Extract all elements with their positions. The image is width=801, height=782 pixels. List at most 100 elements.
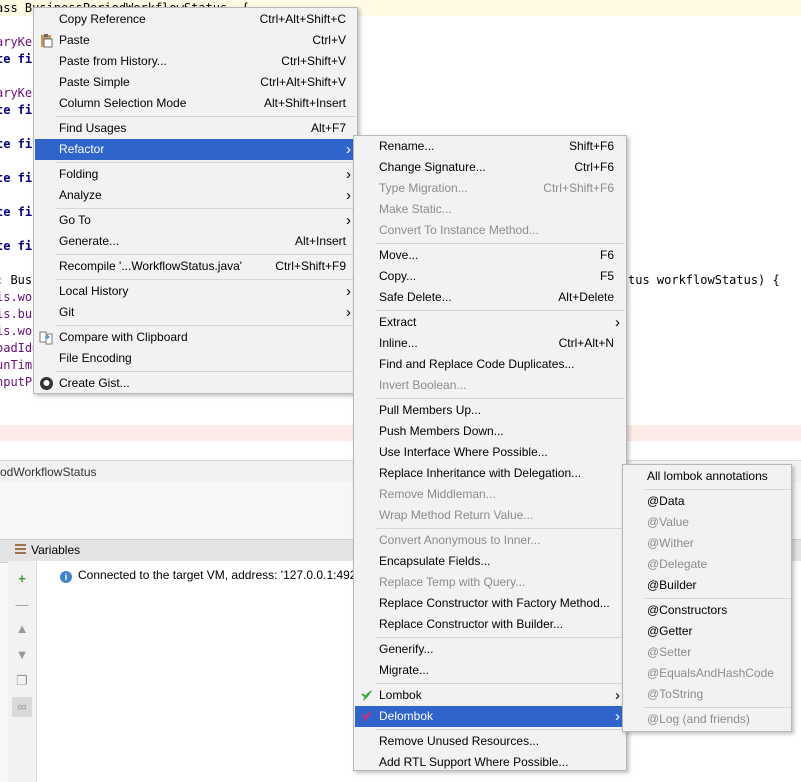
menu-item-compare-with-clipboard[interactable]: Compare with Clipboard: [35, 327, 356, 348]
menu-item-shortcut: Ctrl+Alt+Shift+C: [259, 12, 346, 26]
menu-item-setter: @Setter: [624, 642, 790, 663]
menu-item-lombok[interactable]: Lombok ›: [355, 685, 625, 706]
menu-item-label: Extract: [379, 315, 417, 329]
menu-item-label: @Value: [647, 515, 689, 529]
variables-icon: [15, 544, 26, 556]
menu-item-label: Go To: [59, 213, 91, 227]
menu-item-find-and-replace-code-duplicates[interactable]: Find and Replace Code Duplicates...: [355, 354, 625, 375]
add-watch-icon[interactable]: +: [12, 569, 32, 589]
remove-watch-icon[interactable]: —: [12, 595, 32, 615]
refactor-submenu: Rename... Shift+F6 Change Signature... Ctrl…: [353, 135, 627, 771]
menu-item-shortcut: Ctrl+V: [312, 33, 346, 47]
menu-item-label: Git: [59, 305, 75, 319]
menu-item-generify[interactable]: Generify...: [355, 639, 625, 660]
move-up-icon[interactable]: ▲: [12, 619, 32, 639]
menu-item-folding[interactable]: Folding ›: [35, 164, 356, 185]
menu-separator: [376, 528, 625, 529]
menu-item-label: Generify...: [379, 642, 434, 656]
menu-item-copy-reference[interactable]: Copy Reference Ctrl+Alt+Shift+C: [35, 9, 356, 30]
menu-item-git[interactable]: Git ›: [35, 302, 356, 323]
menu-item-label: Generate...: [59, 234, 120, 248]
menu-item-copy[interactable]: Copy... F5: [355, 266, 625, 287]
menu-item-shortcut: Alt+Insert: [294, 234, 346, 248]
menu-separator: [376, 243, 625, 244]
menu-item-extract[interactable]: Extract ›: [355, 312, 625, 333]
copy-icon[interactable]: ❐: [12, 671, 32, 691]
menu-item-all-lombok-annotations[interactable]: All lombok annotations: [624, 466, 790, 487]
menu-item-label: Delombok: [379, 709, 434, 723]
menu-item-shortcut: Alt+Delete: [558, 290, 614, 304]
menu-item-push-members-down[interactable]: Push Members Down...: [355, 421, 625, 442]
menu-item-label: Copy...: [379, 269, 417, 283]
menu-item-paste-simple[interactable]: Paste Simple Ctrl+Alt+Shift+V: [35, 72, 356, 93]
menu-item-encapsulate-fields[interactable]: Encapsulate Fields...: [355, 551, 625, 572]
menu-item-label: Move...: [379, 248, 419, 262]
menu-item-label: Type Migration...: [379, 181, 468, 195]
menu-separator: [645, 707, 791, 708]
menu-item-analyze[interactable]: Analyze ›: [35, 185, 356, 206]
menu-item-label: File Encoding: [59, 351, 132, 365]
menu-item-recompile-workflowstatus-java[interactable]: Recompile '...WorkflowStatus.java' Ctrl+S…: [35, 256, 356, 277]
menu-item-inline[interactable]: Inline... Ctrl+Alt+N: [355, 333, 625, 354]
menu-item-file-encoding[interactable]: File Encoding: [35, 348, 356, 369]
menu-item-label: Replace Constructor with Builder...: [379, 617, 564, 631]
chevron-right-icon: ›: [346, 187, 351, 204]
menu-item-shortcut: Ctrl+F6: [574, 160, 614, 174]
menu-item-getter[interactable]: @Getter: [624, 621, 790, 642]
menu-item-column-selection-mode[interactable]: Column Selection Mode Alt+Shift+Insert: [35, 93, 356, 114]
chevron-right-icon: ›: [346, 283, 351, 300]
menu-item-go-to[interactable]: Go To ›: [35, 210, 356, 231]
menu-item-data[interactable]: @Data: [624, 491, 790, 512]
breadcrumb-class[interactable]: odWorkflowStatus: [0, 465, 97, 479]
menu-item-paste[interactable]: Paste Ctrl+V: [35, 30, 356, 51]
chevron-right-icon: ›: [346, 304, 351, 321]
menu-item-pull-members-up[interactable]: Pull Members Up...: [355, 400, 625, 421]
menu-item-replace-constructor-with-factory-method[interactable]: Replace Constructor with Factory Method.…: [355, 593, 625, 614]
menu-item-label: Replace Temp with Query...: [379, 575, 526, 589]
menu-item-change-signature[interactable]: Change Signature... Ctrl+F6: [355, 157, 625, 178]
menu-item-use-interface-where-possible[interactable]: Use Interface Where Possible...: [355, 442, 625, 463]
menu-item-add-rtl-support-where-possible[interactable]: Add RTL Support Where Possible...: [355, 752, 625, 773]
menu-item-create-gist[interactable]: Create Gist...: [35, 373, 356, 394]
menu-item-refactor[interactable]: Refactor ›: [35, 139, 356, 160]
menu-item-equalsandhashcode: @EqualsAndHashCode: [624, 663, 790, 684]
menu-separator: [56, 325, 356, 326]
menu-item-label: Use Interface Where Possible...: [379, 445, 548, 459]
menu-item-rename[interactable]: Rename... Shift+F6: [355, 136, 625, 157]
menu-item-label: Rename...: [379, 139, 435, 153]
menu-item-type-migration: Type Migration... Ctrl+Shift+F6: [355, 178, 625, 199]
menu-item-wrap-method-return-value: Wrap Method Return Value...: [355, 505, 625, 526]
menu-item-label: @EqualsAndHashCode: [647, 666, 774, 680]
menu-item-label: @Getter: [647, 624, 693, 638]
menu-item-paste-from-history[interactable]: Paste from History... Ctrl+Shift+V: [35, 51, 356, 72]
menu-item-tostring: @ToString: [624, 684, 790, 705]
menu-item-label: Safe Delete...: [379, 290, 452, 304]
menu-item-generate[interactable]: Generate... Alt+Insert: [35, 231, 356, 252]
menu-item-find-usages[interactable]: Find Usages Alt+F7: [35, 118, 356, 139]
menu-item-value: @Value: [624, 512, 790, 533]
menu-item-label: Inline...: [379, 336, 418, 350]
compare-icon: [39, 330, 54, 345]
menu-item-replace-constructor-with-builder[interactable]: Replace Constructor with Builder...: [355, 614, 625, 635]
menu-item-label: Paste: [59, 33, 90, 47]
menu-separator: [376, 683, 625, 684]
menu-item-label: Local History: [59, 284, 129, 298]
menu-item-move[interactable]: Move... F6: [355, 245, 625, 266]
menu-item-label: Find and Replace Code Duplicates...: [379, 357, 575, 371]
menu-item-constructors[interactable]: @Constructors: [624, 600, 790, 621]
menu-item-builder[interactable]: @Builder: [624, 575, 790, 596]
connection-text: Connected to the target VM, address: '12…: [78, 568, 370, 582]
connection-message: i Connected to the target VM, address: '1…: [60, 568, 370, 583]
menu-item-label: @Data: [647, 494, 685, 508]
watches-toggle-icon[interactable]: ∞: [12, 697, 32, 717]
move-down-icon[interactable]: ▼: [12, 645, 32, 665]
menu-item-migrate[interactable]: Migrate...: [355, 660, 625, 681]
menu-item-delombok[interactable]: Delombok ›: [355, 706, 625, 727]
menu-item-safe-delete[interactable]: Safe Delete... Alt+Delete: [355, 287, 625, 308]
menu-item-local-history[interactable]: Local History ›: [35, 281, 356, 302]
menu-item-label: Paste Simple: [59, 75, 130, 89]
menu-item-remove-unused-resources[interactable]: Remove Unused Resources...: [355, 731, 625, 752]
chevron-right-icon: ›: [615, 708, 620, 725]
menu-item-replace-inheritance-with-delegation[interactable]: Replace Inheritance with Delegation...: [355, 463, 625, 484]
chevron-right-icon: ›: [346, 212, 351, 229]
